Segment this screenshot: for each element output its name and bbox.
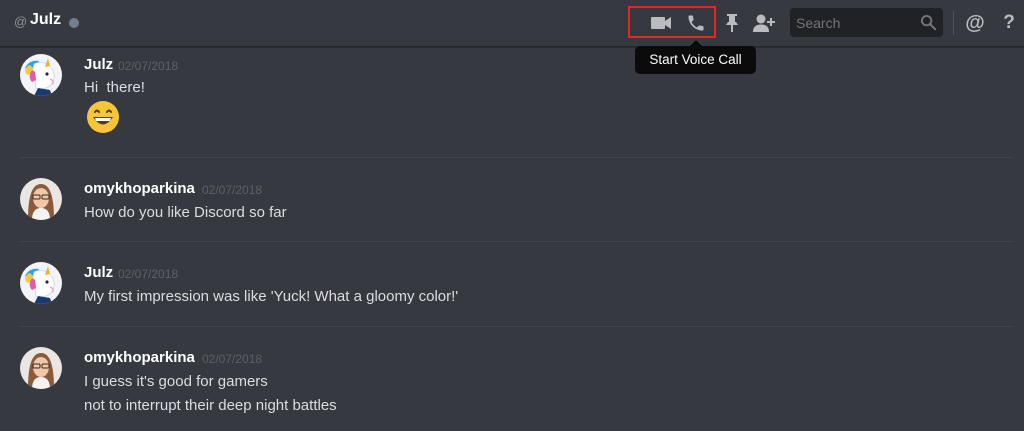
message-author[interactable]: omykhoparkina — [84, 180, 195, 197]
help-icon: ? — [1003, 12, 1015, 33]
message-divider — [20, 157, 1014, 158]
add-friend-button[interactable] — [752, 11, 776, 35]
unicorn-avatar-icon — [20, 262, 62, 304]
message-text: I guess it's good for gamers — [84, 373, 268, 390]
message-text: How do you like Discord so far — [84, 204, 287, 221]
avatar[interactable] — [20, 178, 62, 220]
search-input[interactable] — [790, 8, 915, 37]
status-indicator — [69, 18, 79, 28]
help-button[interactable]: ? — [997, 11, 1021, 35]
mentions-button[interactable]: @ — [963, 11, 987, 35]
unicorn-avatar-icon — [20, 54, 62, 96]
message-divider — [20, 241, 1014, 242]
pin-icon — [726, 14, 738, 32]
voice-call-button[interactable] — [684, 11, 708, 35]
message-text: not to interrupt their deep night battle… — [84, 397, 337, 414]
avatar[interactable] — [20, 54, 62, 96]
header-divider — [953, 11, 954, 35]
channel-name[interactable]: Julz — [30, 11, 61, 29]
message-timestamp: 02/07/2018 — [202, 183, 263, 197]
dm-chat-window: @ Julz Search @ ? Start Voice Call Julz … — [0, 0, 1024, 431]
add-friend-icon — [753, 14, 775, 32]
phone-icon — [688, 15, 704, 31]
mention-icon: @ — [965, 11, 985, 34]
message-text: Hi there! — [84, 79, 145, 96]
message-author[interactable]: Julz — [84, 56, 113, 73]
avatar[interactable] — [20, 262, 62, 304]
search-bar[interactable] — [790, 8, 943, 37]
at-symbol: @ — [14, 14, 28, 29]
user-photo-avatar-icon — [20, 178, 62, 220]
video-call-button[interactable] — [649, 11, 673, 35]
search-icon — [920, 14, 937, 31]
message-divider — [20, 326, 1014, 327]
message-author[interactable]: omykhoparkina — [84, 349, 195, 366]
message-text: My first impression was like 'Yuck! What… — [84, 288, 459, 305]
pinned-messages-button[interactable] — [720, 11, 744, 35]
user-photo-avatar-icon — [20, 347, 62, 389]
grinning-face-icon — [87, 101, 119, 133]
video-camera-icon — [651, 17, 671, 29]
message-timestamp: 02/07/2018 — [118, 267, 179, 281]
message-timestamp: 02/07/2018 — [202, 352, 263, 366]
avatar[interactable] — [20, 347, 62, 389]
channel-header: @ Julz Search @ ? — [0, 0, 1024, 47]
voice-call-tooltip: Start Voice Call — [635, 40, 756, 74]
message-author[interactable]: Julz — [84, 264, 113, 281]
message-timestamp: 02/07/2018 — [118, 59, 179, 73]
